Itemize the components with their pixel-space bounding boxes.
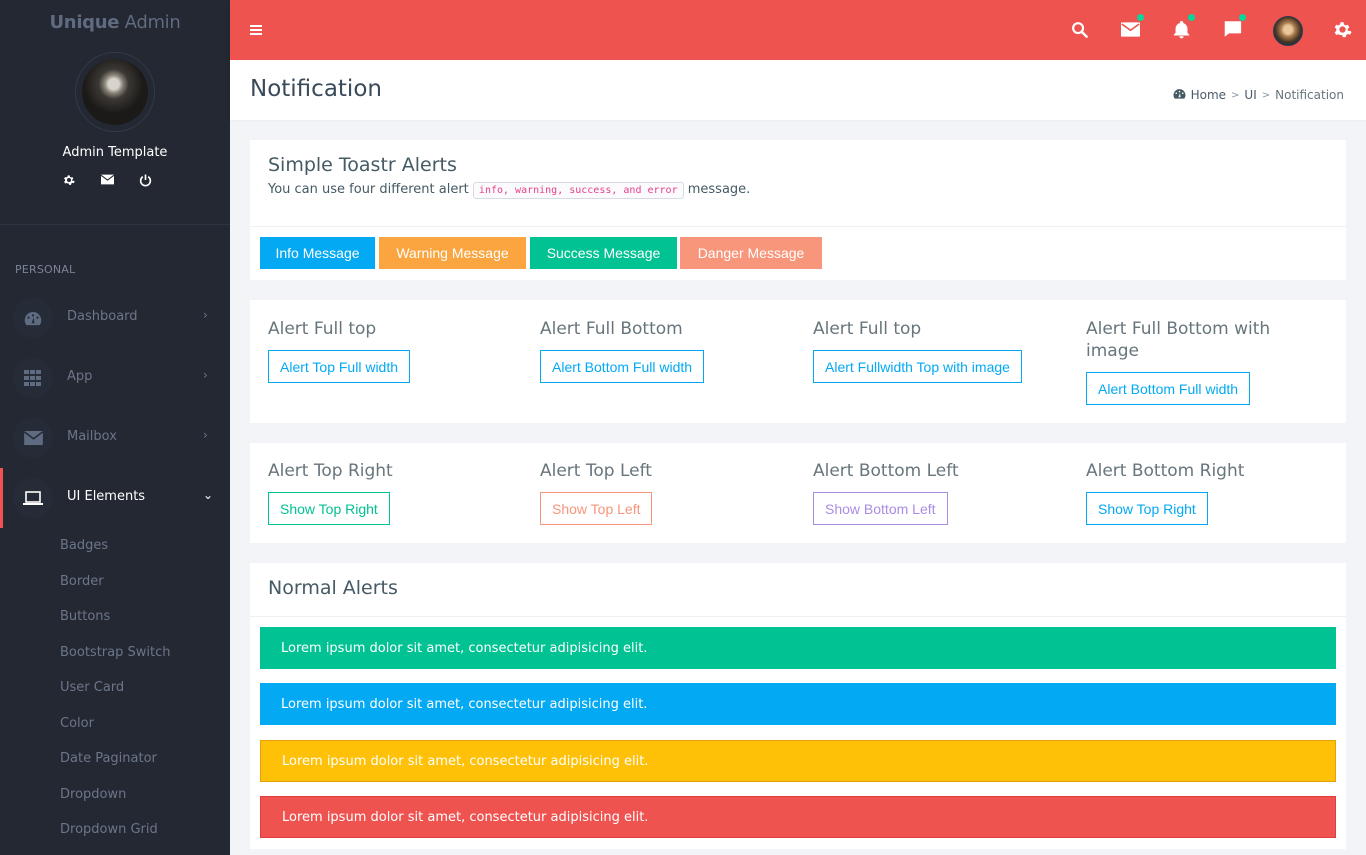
show-bottom-right-button[interactable]: Show Top Right (1086, 492, 1208, 525)
submenu-item-buttons[interactable]: Buttons (60, 609, 110, 624)
hint-text: You can use four different alert (268, 182, 469, 197)
sidebar-item-app[interactable]: App › (0, 348, 230, 408)
grid-icon (13, 358, 53, 398)
alert-title: Alert Bottom Left (813, 461, 959, 481)
card-title: Simple Toastr Alerts (268, 154, 457, 176)
section-label: PERSONAL (15, 263, 76, 276)
card-divider (250, 226, 1346, 227)
breadcrumb-separator-icon: > (1261, 89, 1271, 101)
menu-label: App (67, 369, 93, 384)
chevron-right-icon: › (203, 428, 208, 442)
alert-bottom-full-width-image-button[interactable]: Alert Bottom Full width (1086, 372, 1251, 405)
breadcrumb-separator-icon: > (1231, 89, 1240, 101)
submenu-item-color[interactable]: Color (60, 716, 94, 731)
user-name: Admin Template (62, 145, 168, 160)
alert-success: Lorem ipsum dolor sit amet, consectetur … (260, 627, 1336, 669)
alert-info: Lorem ipsum dolor sit amet, consectetur … (260, 683, 1336, 725)
breadcrumb-current: Notification (1275, 88, 1344, 102)
alert-fullwidth-top-image-button[interactable]: Alert Fullwidth Top with image (813, 350, 1022, 383)
sidebar-divider (0, 224, 230, 225)
dashboard-icon (1173, 88, 1186, 102)
envelope-icon (13, 418, 53, 458)
logo[interactable]: Unique Admin (0, 12, 230, 33)
mail-icon[interactable] (1119, 14, 1144, 40)
info-message-button[interactable]: Info Message (260, 237, 375, 269)
alert-title: Alert Top Left (540, 461, 652, 481)
user-actions (62, 174, 152, 188)
show-bottom-left-button[interactable]: Show Bottom Left (813, 492, 948, 525)
alert-bottom-full-width-button[interactable]: Alert Bottom Full width (540, 350, 705, 383)
submenu-item-dropdown-grid[interactable]: Dropdown Grid (60, 822, 158, 837)
warning-message-button[interactable]: Warning Message (379, 237, 526, 269)
notification-dot (1239, 14, 1246, 21)
logo-light: Admin (124, 12, 181, 33)
topbar (230, 0, 1366, 60)
alert-danger: Lorem ipsum dolor sit amet, consectetur … (260, 796, 1336, 838)
page-title: Notification (250, 76, 382, 102)
submenu-item-border[interactable]: Border (60, 574, 104, 589)
submenu-item-date-paginator[interactable]: Date Paginator (60, 751, 157, 766)
breadcrumb-home[interactable]: Home (1191, 88, 1226, 102)
chevron-right-icon: › (203, 368, 208, 382)
alert-title: Alert Full top (813, 319, 922, 339)
danger-message-button[interactable]: Danger Message (680, 237, 822, 269)
submenu-item-user-card[interactable]: User Card (60, 680, 124, 695)
show-top-left-button[interactable]: Show Top Left (540, 492, 653, 525)
chevron-down-icon: ⌄ (203, 488, 214, 502)
submenu-item-badges[interactable]: Badges (60, 538, 108, 553)
user-avatar[interactable] (1273, 16, 1303, 46)
search-icon[interactable] (1068, 18, 1090, 40)
breadcrumb: Home > UI > Notification (1173, 88, 1344, 102)
sidebar-item-mailbox[interactable]: Mailbox › (0, 408, 230, 468)
power-icon[interactable] (138, 174, 152, 188)
alert-title: Alert Bottom Right (1086, 461, 1245, 481)
breadcrumb-ui[interactable]: UI (1244, 88, 1256, 102)
gear-icon[interactable] (1331, 18, 1353, 40)
alert-warning: Lorem ipsum dolor sit amet, consectetur … (260, 740, 1336, 782)
alert-title: Alert Full Bottom (540, 319, 683, 339)
success-message-button[interactable]: Success Message (530, 237, 677, 269)
alert-title: Alert Full top (268, 319, 377, 339)
page-header: Notification Home > UI > Notification (230, 60, 1366, 120)
card-divider (250, 616, 1346, 617)
menu-label: Mailbox (67, 429, 117, 444)
submenu-item-bootstrap-switch[interactable]: Bootstrap Switch (60, 645, 170, 660)
alert-title: Alert Full Bottom with image (1086, 319, 1271, 361)
gear-icon[interactable] (62, 174, 76, 188)
sidebar: Unique Admin Admin Template PERSONAL Das… (0, 0, 230, 855)
alert-title: Alert Top Right (268, 461, 393, 481)
card-hint: You can use four different alert info, w… (268, 182, 751, 199)
chat-icon[interactable] (1221, 14, 1246, 40)
notification-dot (1188, 14, 1195, 21)
mail-icon[interactable] (100, 174, 114, 188)
menu-toggle-icon[interactable] (250, 25, 262, 35)
menu-label: UI Elements (67, 489, 146, 504)
sidebar-item-ui-elements[interactable]: UI Elements ⌄ (0, 468, 230, 528)
hint-code: info, warning, success, and error (472, 182, 684, 199)
submenu-item-dropdown[interactable]: Dropdown (60, 787, 126, 802)
dashboard-icon (13, 298, 53, 338)
logo-bold: Unique (49, 12, 120, 33)
sidebar-item-dashboard[interactable]: Dashboard › (0, 288, 230, 348)
profile-avatar[interactable] (75, 52, 155, 132)
menu-label: Dashboard (67, 309, 138, 324)
card-title: Normal Alerts (268, 577, 398, 599)
notification-dot (1137, 14, 1144, 21)
bell-icon[interactable] (1170, 14, 1195, 40)
profile-photo (82, 59, 148, 125)
hint-text: message. (687, 182, 751, 197)
alert-top-full-width-button[interactable]: Alert Top Full width (268, 350, 411, 383)
laptop-icon (13, 478, 53, 518)
show-top-right-button[interactable]: Show Top Right (268, 492, 390, 525)
chevron-right-icon: › (203, 308, 208, 322)
